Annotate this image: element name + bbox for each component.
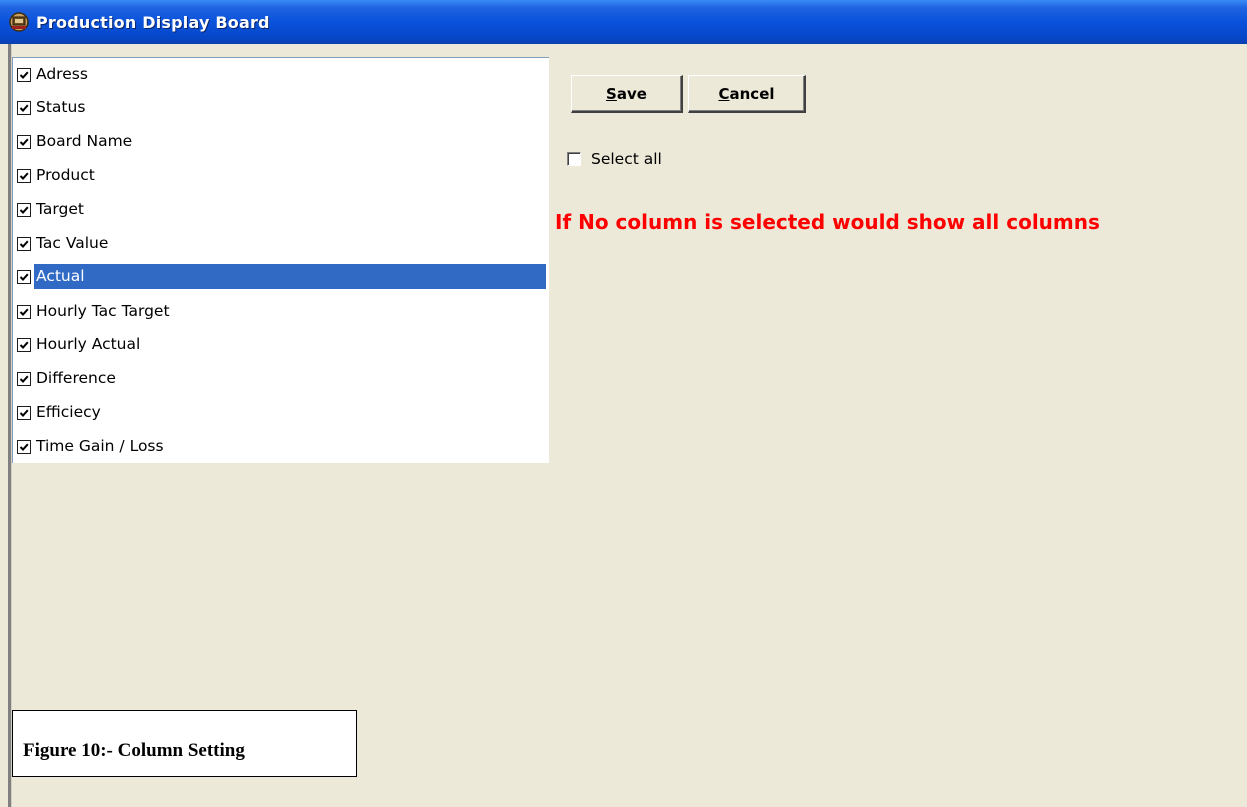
select-all-box[interactable] bbox=[567, 152, 581, 166]
column-list-item-label: Product bbox=[36, 166, 95, 184]
save-label: ave bbox=[616, 84, 647, 103]
select-all-label: Select all bbox=[591, 150, 662, 168]
checkbox-checked-icon[interactable] bbox=[17, 439, 31, 454]
checkbox-checked-icon[interactable] bbox=[17, 100, 31, 115]
column-list-item-label: Hourly Actual bbox=[36, 335, 141, 353]
figure-caption-box: Figure 10:- Column Setting bbox=[12, 710, 357, 777]
column-list-item-label: Target bbox=[36, 200, 84, 218]
column-checklist[interactable]: Adress Status Board Name Product Target Tac V… bbox=[12, 57, 549, 463]
warning-message: If No column is selected would show all … bbox=[555, 210, 1100, 234]
checkbox-checked-icon[interactable] bbox=[17, 269, 31, 284]
column-list-item-label: Efficiecy bbox=[36, 403, 101, 421]
checkbox-checked-icon[interactable] bbox=[17, 168, 31, 183]
column-list-item[interactable]: Difference bbox=[13, 362, 548, 395]
column-list-item-label: Time Gain / Loss bbox=[36, 437, 164, 455]
column-list-item-label: Difference bbox=[36, 369, 116, 387]
checkbox-checked-icon[interactable] bbox=[17, 202, 31, 217]
column-list-item[interactable]: Efficiecy bbox=[13, 396, 548, 429]
column-list-item-label: Status bbox=[36, 98, 86, 116]
cancel-label: ancel bbox=[729, 84, 775, 103]
checkbox-checked-icon[interactable] bbox=[17, 371, 31, 386]
column-list-item[interactable]: Board Name bbox=[13, 125, 548, 158]
column-list-item[interactable]: Product bbox=[13, 159, 548, 192]
column-list-item[interactable]: Time Gain / Loss bbox=[13, 430, 548, 463]
save-button[interactable]: Save bbox=[571, 75, 683, 113]
column-list-item-label: Board Name bbox=[36, 132, 133, 150]
column-list-item[interactable]: Actual bbox=[13, 260, 548, 293]
checkbox-checked-icon[interactable] bbox=[17, 405, 31, 420]
column-list-item[interactable]: Target bbox=[13, 193, 548, 226]
column-list-item-label: Hourly Tac Target bbox=[36, 302, 170, 320]
title-bar[interactable]: Production Display Board bbox=[0, 0, 1247, 44]
checkbox-checked-icon[interactable] bbox=[17, 134, 31, 149]
column-list-item[interactable]: Status bbox=[13, 91, 548, 124]
column-list-item[interactable]: Hourly Tac Target bbox=[13, 295, 548, 328]
cancel-button[interactable]: Cancel bbox=[688, 75, 806, 113]
column-list-item-label: Adress bbox=[36, 65, 88, 83]
window-title: Production Display Board bbox=[36, 12, 270, 32]
cancel-accelerator: C bbox=[718, 84, 730, 103]
column-list-item[interactable]: Adress bbox=[13, 58, 548, 91]
column-list-item-label: Actual bbox=[34, 264, 546, 289]
checkbox-checked-icon[interactable] bbox=[17, 304, 31, 319]
figure-caption: Figure 10:- Column Setting bbox=[23, 740, 245, 761]
checkbox-checked-icon[interactable] bbox=[17, 337, 31, 352]
save-accelerator: S bbox=[606, 84, 617, 103]
checkbox-checked-icon[interactable] bbox=[17, 67, 31, 82]
select-all-checkbox[interactable]: Select all bbox=[567, 150, 662, 168]
column-list-item[interactable]: Tac Value bbox=[13, 227, 548, 260]
column-list-item[interactable]: Hourly Actual bbox=[13, 328, 548, 361]
checkbox-checked-icon[interactable] bbox=[17, 236, 31, 251]
column-list-item-label: Tac Value bbox=[36, 234, 109, 252]
app-board-icon bbox=[8, 11, 30, 33]
